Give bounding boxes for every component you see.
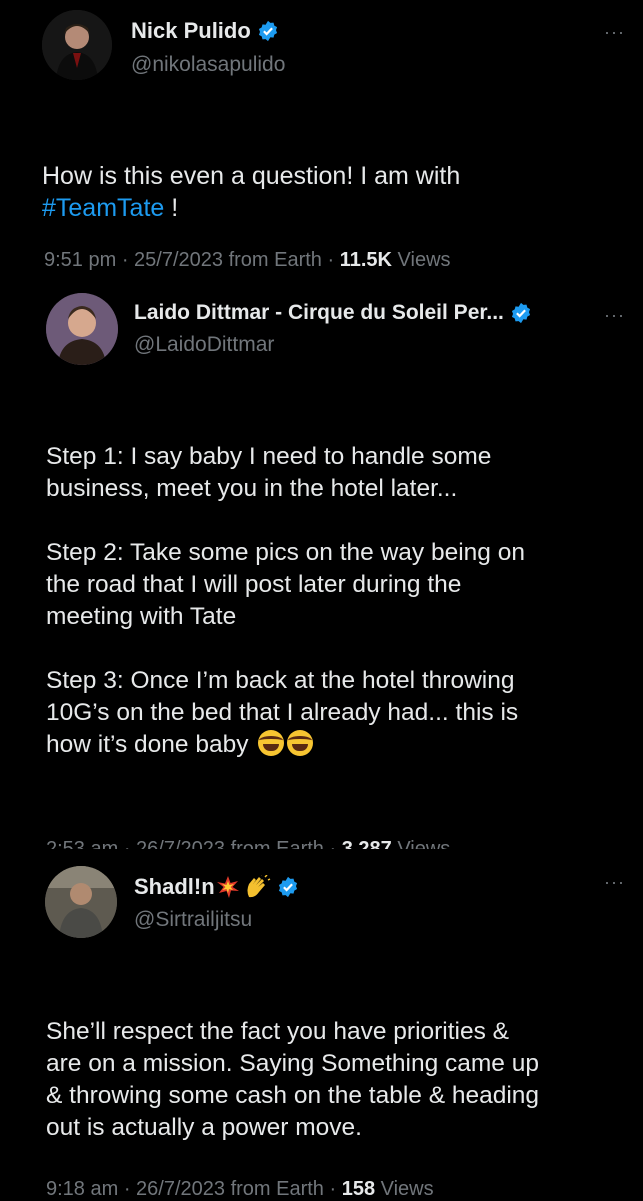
clapping-hands-emoji [245,873,271,899]
display-name[interactable]: Laido Dittmar - Cirque du Soleil Per... [134,301,532,325]
verified-badge-icon [258,20,277,42]
handle[interactable]: @Sirtrailjitsu [134,908,252,932]
handle[interactable]: @nikolasapulido [131,53,285,77]
tweet-text: Step 1: I say baby I need to handle some… [46,443,525,758]
views-count: 11.5K [339,249,392,271]
tweet-meta: 9:18 am · 26/7/2023 from Earth · 158 Vie… [46,1178,434,1200]
timestamp[interactable]: 9:18 am · 26/7/2023 from Earth · [46,1178,342,1200]
hashtag-link[interactable]: #TeamTate [42,194,164,222]
avatar[interactable] [46,293,118,365]
laughing-tears-emoji [258,730,285,756]
avatar[interactable] [42,10,112,80]
tweet-shadlin: Shadl!n @Sirtrailjitsu ··· She’ll respec… [0,862,643,1200]
views-count: 3,287 [341,838,392,849]
tweet-meta: 2:53 am · 26/7/2023 from Earth · 3,287 V… [46,835,450,849]
verified-badge-icon [278,876,297,898]
display-name[interactable]: Shadl!n [134,873,299,900]
more-icon[interactable]: ··· [604,305,625,326]
avatar[interactable] [45,866,117,938]
handle[interactable]: @LaidoDittmar [134,333,274,357]
tweet-text: She’ll respect the fact you have priorit… [46,1018,540,1141]
display-name[interactable]: Nick Pulido [131,18,279,44]
tweet-meta: 9:51 pm · 25/7/2023 from Earth · 11.5K V… [44,249,451,271]
timestamp[interactable]: 9:51 pm · 25/7/2023 from Earth · [44,249,340,271]
verified-badge-icon [511,302,530,324]
more-icon[interactable]: ··· [604,22,625,43]
tweet-text: How is this even a question! I am with #T… [42,162,461,222]
laughing-tears-emoji [287,730,314,756]
more-icon[interactable]: ··· [604,872,625,893]
tweet-laido-dittmar: Laido Dittmar - Cirque du Soleil Per... … [0,285,643,860]
views-count: 158 [341,1178,376,1200]
laughing-tears-emoji [249,730,314,758]
display-name-text[interactable]: Shadl!n [134,874,215,900]
display-name-text[interactable]: Laido Dittmar - Cirque du Soleil Per... [134,301,504,325]
display-name-text[interactable]: Nick Pulido [131,18,251,44]
tweet-nick-pulido: Nick Pulido @nikolasapulido ··· How is t… [0,0,643,285]
collision-emoji [216,876,239,898]
timestamp[interactable]: 2:53 am · 26/7/2023 from Earth · [46,838,342,849]
